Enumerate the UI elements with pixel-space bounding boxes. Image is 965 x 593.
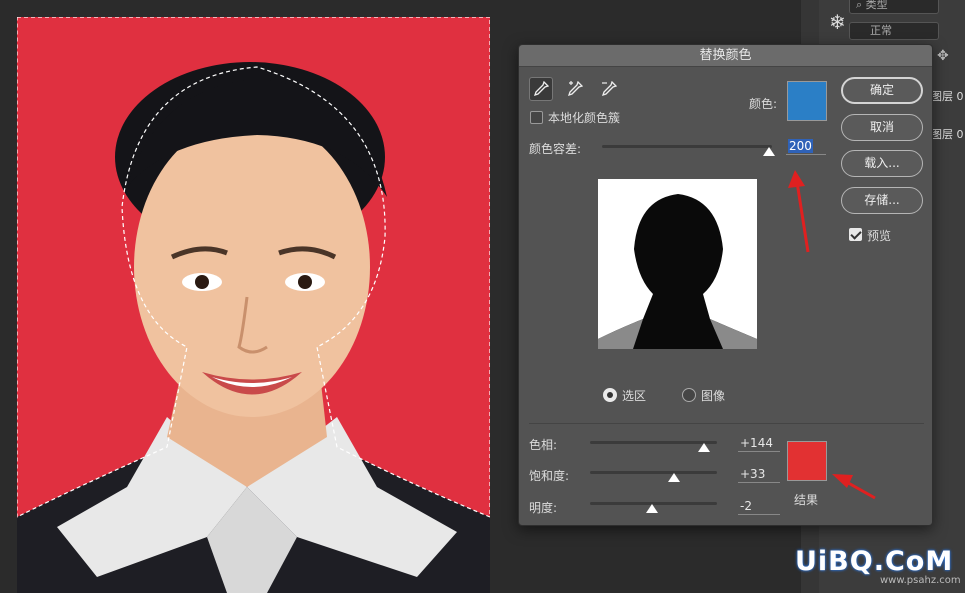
portrait-photo[interactable] [17, 17, 490, 593]
blend-mode-select[interactable]: 正常 [849, 22, 939, 40]
save-button[interactable]: 存储... [841, 187, 923, 214]
watermark-logo: UiBQ.CoM [795, 546, 954, 577]
lightness-input[interactable]: -2 [738, 499, 780, 515]
eyedropper-subtract-tool[interactable] [597, 77, 621, 101]
selection-radio-label: 选区 [622, 389, 647, 403]
watermark-url: www.psahz.com [880, 575, 961, 586]
fuzziness-slider-thumb[interactable] [762, 147, 775, 156]
move-icon[interactable]: ✥ [937, 48, 949, 64]
selection-preview[interactable] [598, 179, 757, 349]
lightness-slider-thumb[interactable] [646, 504, 659, 513]
replace-color-dialog: 替换颜色 本地化颜色簇 颜色: 颜色容差: 200 选区 图像 色相: +144… [518, 44, 933, 526]
eyedropper-plus-icon [567, 81, 583, 97]
color-label: 颜色: [749, 97, 778, 111]
eyedropper-tool[interactable] [529, 77, 553, 101]
hue-input[interactable]: +144 [738, 436, 780, 452]
load-button[interactable]: 载入... [841, 150, 923, 177]
layer-filter-select[interactable]: ⌕ 类型 [849, 0, 939, 14]
image-radio-label: 图像 [701, 389, 726, 403]
saturation-input[interactable]: +33 [738, 467, 780, 483]
layer-name[interactable]: 图层 0 [931, 88, 965, 103]
cancel-button[interactable]: 取消 [841, 114, 923, 141]
image-radio[interactable] [682, 388, 696, 402]
eyedropper-icon [533, 81, 549, 97]
fuzziness-label: 颜色容差: [529, 142, 582, 156]
preview-checkbox[interactable] [849, 228, 862, 241]
portrait-illustration [17, 17, 490, 593]
snowflake-icon[interactable]: ❄ [829, 10, 846, 34]
hue-label: 色相: [529, 438, 558, 452]
section-divider [529, 423, 924, 424]
selection-mask-image [598, 179, 757, 349]
layer-name[interactable]: 图层 0 [931, 126, 965, 141]
eyedropper-minus-icon [601, 81, 617, 97]
eyedropper-add-tool[interactable] [563, 77, 587, 101]
localized-clusters-checkbox[interactable] [530, 111, 543, 124]
fuzziness-slider[interactable] [602, 145, 772, 148]
localized-clusters-label: 本地化颜色簇 [548, 111, 621, 125]
result-color-swatch[interactable] [787, 441, 827, 481]
ok-button[interactable]: 确定 [841, 77, 923, 104]
lightness-label: 明度: [529, 501, 558, 515]
fuzziness-input[interactable]: 200 [786, 139, 826, 155]
dialog-title: 替换颜色 [519, 45, 932, 67]
saturation-slider-thumb[interactable] [667, 473, 680, 482]
result-label: 结果 [794, 493, 819, 507]
layer-filter-label: 类型 [865, 0, 888, 11]
preview-label: 预览 [867, 229, 892, 243]
saturation-label: 饱和度: [529, 469, 570, 483]
saturation-slider[interactable] [590, 471, 717, 474]
sample-color-swatch[interactable] [787, 81, 827, 121]
hue-slider-thumb[interactable] [698, 443, 711, 452]
selection-radio[interactable] [603, 388, 617, 402]
